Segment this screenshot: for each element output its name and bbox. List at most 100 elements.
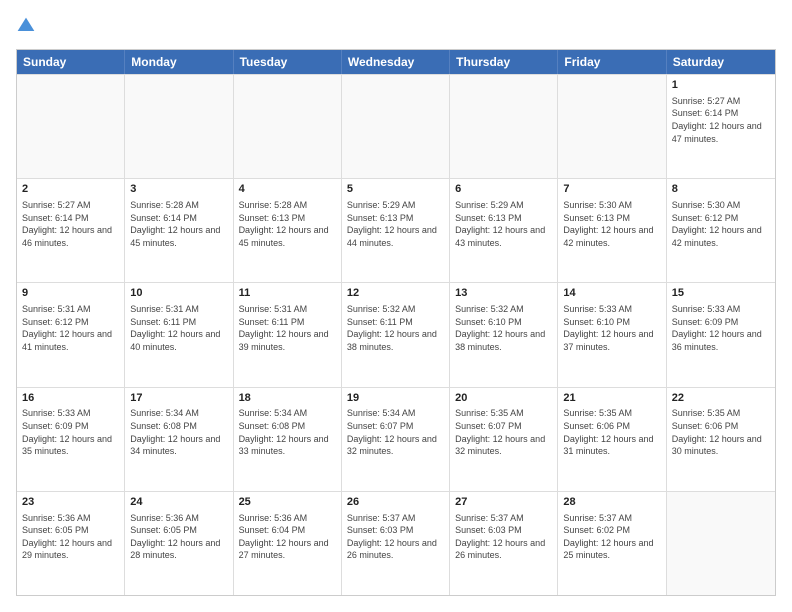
cell-info: Sunrise: 5:31 AM Sunset: 6:12 PM Dayligh… [22, 303, 119, 353]
day-number: 12 [347, 286, 444, 301]
cell-info: Sunrise: 5:37 AM Sunset: 6:02 PM Dayligh… [563, 512, 660, 562]
day-number: 27 [455, 495, 552, 510]
calendar-cell [558, 75, 666, 178]
day-number: 23 [22, 495, 119, 510]
day-number: 2 [22, 182, 119, 197]
calendar-cell [17, 75, 125, 178]
logo-icon [16, 16, 36, 36]
calendar-cell: 19Sunrise: 5:34 AM Sunset: 6:07 PM Dayli… [342, 388, 450, 491]
calendar-cell: 11Sunrise: 5:31 AM Sunset: 6:11 PM Dayli… [234, 283, 342, 386]
calendar-cell: 25 Sunrise: 5:36 AM Sunset: 6:04 PM Dayli… [234, 492, 342, 595]
calendar-cell: 14Sunrise: 5:33 AM Sunset: 6:10 PM Dayli… [558, 283, 666, 386]
cell-info: Sunrise: 5:35 AM Sunset: 6:07 PM Dayligh… [455, 407, 552, 457]
cell-info: Sunrise: 5:37 AM Sunset: 6:03 PM Dayligh… [455, 512, 552, 562]
day-number: 9 [22, 286, 119, 301]
calendar-row: 16Sunrise: 5:33 AM Sunset: 6:09 PM Dayli… [17, 387, 775, 491]
cell-info: Sunrise: 5:34 AM Sunset: 6:08 PM Dayligh… [130, 407, 227, 457]
day-number: 24 [130, 495, 227, 510]
cell-info: Sunrise: 5:37 AM Sunset: 6:03 PM Dayligh… [347, 512, 444, 562]
cell-info: Sunrise: 5:36 AM Sunset: 6:05 PM Dayligh… [22, 512, 119, 562]
logo [16, 16, 40, 41]
cell-info: Sunrise: 5:28 AM Sunset: 6:13 PM Dayligh… [239, 199, 336, 249]
day-number: 13 [455, 286, 552, 301]
cell-info: Sunrise: 5:29 AM Sunset: 6:13 PM Dayligh… [455, 199, 552, 249]
calendar-cell: 24 Sunrise: 5:36 AM Sunset: 6:05 PM Dayli… [125, 492, 233, 595]
calendar-cell: 6 Sunrise: 5:29 AM Sunset: 6:13 PM Daylig… [450, 179, 558, 282]
calendar-row: 23 Sunrise: 5:36 AM Sunset: 6:05 PM Dayli… [17, 491, 775, 595]
calendar-cell: 8 Sunrise: 5:30 AM Sunset: 6:12 PM Daylig… [667, 179, 775, 282]
day-number: 26 [347, 495, 444, 510]
calendar-cell [234, 75, 342, 178]
calendar-cell: 2Sunrise: 5:27 AM Sunset: 6:14 PM Daylig… [17, 179, 125, 282]
calendar-cell: 16Sunrise: 5:33 AM Sunset: 6:09 PM Dayli… [17, 388, 125, 491]
calendar-cell [342, 75, 450, 178]
calendar-cell: 4 Sunrise: 5:28 AM Sunset: 6:13 PM Daylig… [234, 179, 342, 282]
cell-info: Sunrise: 5:28 AM Sunset: 6:14 PM Dayligh… [130, 199, 227, 249]
weekday-header: Tuesday [234, 50, 342, 74]
day-number: 6 [455, 182, 552, 197]
calendar-cell: 9 Sunrise: 5:31 AM Sunset: 6:12 PM Daylig… [17, 283, 125, 386]
day-number: 11 [239, 286, 336, 301]
calendar-cell [125, 75, 233, 178]
day-number: 3 [130, 182, 227, 197]
calendar: SundayMondayTuesdayWednesdayThursdayFrid… [16, 49, 776, 596]
day-number: 1 [672, 78, 770, 93]
weekday-header: Sunday [17, 50, 125, 74]
cell-info: Sunrise: 5:34 AM Sunset: 6:07 PM Dayligh… [347, 407, 444, 457]
cell-info: Sunrise: 5:32 AM Sunset: 6:10 PM Dayligh… [455, 303, 552, 353]
calendar-cell: 18Sunrise: 5:34 AM Sunset: 6:08 PM Dayli… [234, 388, 342, 491]
day-number: 28 [563, 495, 660, 510]
calendar-cell: 12 Sunrise: 5:32 AM Sunset: 6:11 PM Dayli… [342, 283, 450, 386]
calendar-cell: 27 Sunrise: 5:37 AM Sunset: 6:03 PM Dayli… [450, 492, 558, 595]
weekday-header: Thursday [450, 50, 558, 74]
cell-info: Sunrise: 5:34 AM Sunset: 6:08 PM Dayligh… [239, 407, 336, 457]
calendar-row: 2Sunrise: 5:27 AM Sunset: 6:14 PM Daylig… [17, 178, 775, 282]
day-number: 14 [563, 286, 660, 301]
calendar-cell: 3 Sunrise: 5:28 AM Sunset: 6:14 PM Daylig… [125, 179, 233, 282]
cell-info: Sunrise: 5:33 AM Sunset: 6:09 PM Dayligh… [22, 407, 119, 457]
cell-info: Sunrise: 5:30 AM Sunset: 6:13 PM Dayligh… [563, 199, 660, 249]
cell-info: Sunrise: 5:33 AM Sunset: 6:09 PM Dayligh… [672, 303, 770, 353]
day-number: 21 [563, 391, 660, 406]
calendar-cell: 15 Sunrise: 5:33 AM Sunset: 6:09 PM Dayli… [667, 283, 775, 386]
calendar-cell: 26 Sunrise: 5:37 AM Sunset: 6:03 PM Dayli… [342, 492, 450, 595]
calendar-cell: 23 Sunrise: 5:36 AM Sunset: 6:05 PM Dayli… [17, 492, 125, 595]
calendar-row: 9 Sunrise: 5:31 AM Sunset: 6:12 PM Daylig… [17, 282, 775, 386]
cell-info: Sunrise: 5:36 AM Sunset: 6:05 PM Dayligh… [130, 512, 227, 562]
calendar-row: 1Sunrise: 5:27 AM Sunset: 6:14 PM Daylig… [17, 74, 775, 178]
weekday-header: Friday [558, 50, 666, 74]
page: SundayMondayTuesdayWednesdayThursdayFrid… [0, 0, 792, 612]
day-number: 25 [239, 495, 336, 510]
calendar-cell [667, 492, 775, 595]
calendar-cell: 1Sunrise: 5:27 AM Sunset: 6:14 PM Daylig… [667, 75, 775, 178]
cell-info: Sunrise: 5:32 AM Sunset: 6:11 PM Dayligh… [347, 303, 444, 353]
day-number: 4 [239, 182, 336, 197]
day-number: 16 [22, 391, 119, 406]
day-number: 8 [672, 182, 770, 197]
calendar-body: 1Sunrise: 5:27 AM Sunset: 6:14 PM Daylig… [17, 74, 775, 595]
day-number: 18 [239, 391, 336, 406]
calendar-cell: 10Sunrise: 5:31 AM Sunset: 6:11 PM Dayli… [125, 283, 233, 386]
calendar-cell: 5Sunrise: 5:29 AM Sunset: 6:13 PM Daylig… [342, 179, 450, 282]
day-number: 10 [130, 286, 227, 301]
day-number: 7 [563, 182, 660, 197]
day-number: 17 [130, 391, 227, 406]
calendar-cell: 22Sunrise: 5:35 AM Sunset: 6:06 PM Dayli… [667, 388, 775, 491]
day-number: 15 [672, 286, 770, 301]
calendar-cell: 7 Sunrise: 5:30 AM Sunset: 6:13 PM Daylig… [558, 179, 666, 282]
cell-info: Sunrise: 5:36 AM Sunset: 6:04 PM Dayligh… [239, 512, 336, 562]
cell-info: Sunrise: 5:35 AM Sunset: 6:06 PM Dayligh… [672, 407, 770, 457]
calendar-cell [450, 75, 558, 178]
calendar-cell: 20Sunrise: 5:35 AM Sunset: 6:07 PM Dayli… [450, 388, 558, 491]
calendar-cell: 28 Sunrise: 5:37 AM Sunset: 6:02 PM Dayli… [558, 492, 666, 595]
cell-info: Sunrise: 5:35 AM Sunset: 6:06 PM Dayligh… [563, 407, 660, 457]
day-number: 22 [672, 391, 770, 406]
weekday-header: Saturday [667, 50, 775, 74]
calendar-cell: 17Sunrise: 5:34 AM Sunset: 6:08 PM Dayli… [125, 388, 233, 491]
cell-info: Sunrise: 5:30 AM Sunset: 6:12 PM Dayligh… [672, 199, 770, 249]
day-number: 19 [347, 391, 444, 406]
calendar-cell: 21Sunrise: 5:35 AM Sunset: 6:06 PM Dayli… [558, 388, 666, 491]
calendar-header: SundayMondayTuesdayWednesdayThursdayFrid… [17, 50, 775, 74]
day-number: 5 [347, 182, 444, 197]
weekday-header: Wednesday [342, 50, 450, 74]
